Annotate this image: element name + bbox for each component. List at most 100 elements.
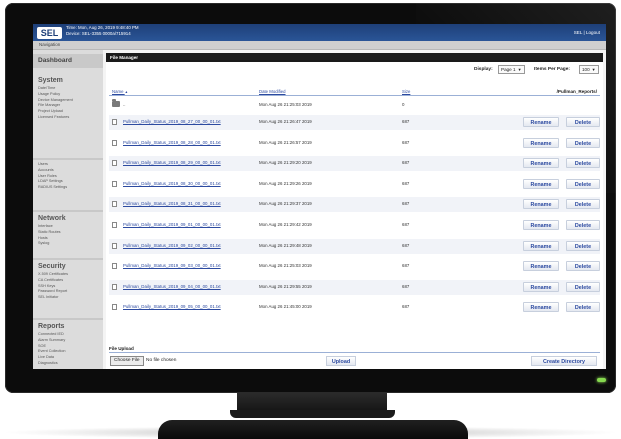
file-date: Mon Aug 26 21:25:03 2019 [259, 263, 312, 269]
delete-button[interactable]: Delete [566, 199, 600, 210]
sidebar-section: Reports Connected IED Alarm Summary SOE Even… [33, 322, 103, 367]
delete-button[interactable]: Delete [566, 281, 600, 292]
file-size: 687 [402, 119, 410, 124]
sidebar-item[interactable]: SEL Initiator [33, 295, 103, 301]
create-directory-button[interactable]: Create Directory [531, 356, 597, 366]
file-row[interactable]: Pullman_Daily_Status_2019_09_05_00_00_01… [109, 300, 600, 315]
items-per-page-select[interactable]: 100 ▼ [579, 65, 599, 74]
rename-button[interactable]: Rename [523, 220, 559, 230]
file-row[interactable]: Pullman_Daily_Status_2019_08_31_00_00_01… [109, 197, 600, 213]
upload-button[interactable]: Upload [326, 356, 356, 366]
file-row[interactable]: Pullman_Daily_Status_2019_08_28_00_00_01… [109, 136, 600, 151]
file-icon [112, 160, 117, 167]
file-row[interactable]: Pullman_Daily_Status_2019_09_03_00_00_01… [109, 259, 600, 274]
user-logout-link[interactable]: SEL | Logout [574, 30, 600, 35]
sel-logo: SEL [37, 27, 62, 39]
file-name-link[interactable]: Pullman_Daily_Status_2019_08_27_00_00_01… [123, 119, 221, 124]
file-icon [112, 222, 117, 228]
file-name-link[interactable]: Pullman_Daily_Status_2019_09_02_00_00_01… [123, 243, 221, 248]
delete-button[interactable]: Delete [566, 220, 600, 230]
file-row[interactable]: Pullman_Daily_Status_2019_09_04_00_00_01… [109, 279, 600, 295]
file-name-link[interactable]: Pullman_Daily_Status_2019_09_04_00_00_01… [123, 284, 221, 289]
sidebar-section: System Date/Time Usage Policy Device Manage… [33, 76, 103, 121]
file-name-link[interactable]: Pullman_Daily_Status_2019_08_28_00_00_01… [123, 140, 221, 145]
file-date: Mon Aug 26 21:29:37 2019 [259, 201, 312, 207]
delete-button[interactable]: Delete [566, 117, 600, 127]
delete-button[interactable]: Delete [566, 261, 600, 272]
rename-button[interactable]: Rename [523, 281, 559, 292]
file-date: Mon Aug 26 21:26:47 2019 [259, 119, 312, 124]
file-name-link[interactable]: Pullman_Daily_Status_2019_08_30_00_00_01… [123, 181, 221, 186]
file-row[interactable]: Pullman_Daily_Status_2019_08_27_00_00_01… [109, 115, 600, 130]
file-name-link[interactable]: Pullman_Daily_Status_2019_08_31_00_00_01… [123, 201, 221, 206]
device-info: Time: Mon, Aug 26, 2019 9:48:40 PM Devic… [66, 25, 139, 37]
monitor-neck-ring [230, 410, 395, 418]
sidebar-item[interactable]: RADIUS Settings [33, 185, 103, 191]
rename-button[interactable]: Rename [523, 178, 559, 189]
sidebar-section-title: Network [38, 215, 66, 222]
file-size: 687 [402, 139, 410, 145]
sidebar-dashboard[interactable]: Dashboard [33, 54, 103, 68]
file-size: 687 [402, 283, 410, 289]
screen: SEL Time: Mon, Aug 26, 2019 9:48:40 PM D… [33, 24, 606, 369]
file-name-link[interactable]: Pullman_Daily_Status_2019_09_05_00_00_01… [123, 304, 221, 309]
chevron-down-icon: ▼ [591, 67, 596, 72]
file-size: 687 [402, 242, 410, 248]
delete-button[interactable]: Delete [566, 240, 600, 251]
power-led [597, 378, 606, 382]
rename-button[interactable]: Rename [523, 158, 559, 169]
file-date: Mon Aug 26 21:29:55 2019 [259, 283, 312, 289]
delete-button[interactable]: Delete [566, 178, 600, 189]
file-row[interactable]: Pullman_Daily_Status_2019_08_30_00_00_01… [109, 177, 600, 192]
file-icon [112, 180, 117, 187]
file-name-link[interactable]: Pullman_Daily_Status_2019_09_01_00_00_01… [123, 222, 221, 227]
rename-button[interactable]: Rename [523, 137, 559, 148]
device-text: Device: SEL-3355 0000a/715914 [66, 31, 131, 36]
display-label: Display: [474, 67, 493, 72]
file-icon [112, 201, 117, 208]
file-row[interactable]: Pullman_Daily_Status_2019_09_02_00_00_01… [109, 238, 600, 254]
file-manager-title: File Manager [106, 53, 603, 62]
sidebar: Dashboard System Date/Time Usage Policy Dev… [33, 50, 103, 369]
file-row[interactable]: Pullman_Daily_Status_2019_09_01_00_00_01… [109, 218, 600, 233]
column-date-modified[interactable]: Date Modified [259, 89, 286, 94]
parent-dir-size: 0 [402, 102, 405, 107]
delete-button[interactable]: Delete [566, 158, 600, 169]
delete-button[interactable]: Delete [566, 137, 600, 148]
navigation-label[interactable]: Navigation [39, 42, 60, 47]
sidebar-item[interactable]: Diagnostics [33, 361, 103, 367]
parent-dir-row[interactable]: .. Mon Aug 26 21:25:03 2019 0 [109, 98, 600, 113]
chevron-down-icon: ▼ [517, 67, 522, 72]
rename-button[interactable]: Rename [523, 117, 559, 127]
file-icon [112, 119, 117, 125]
column-size[interactable]: Size [402, 89, 410, 94]
file-date: Mon Aug 26 21:26:57 2019 [259, 139, 312, 145]
choose-file-button[interactable]: Choose File [110, 356, 144, 366]
upload-divider [109, 352, 600, 353]
file-row[interactable]: Pullman_Daily_Status_2019_08_29_00_00_01… [109, 156, 600, 172]
sidebar-section: Network Interface Static Routes Hosts Syslog [33, 214, 103, 247]
column-name[interactable]: Name ▲ [112, 89, 128, 94]
file-date: Mon Aug 26 21:29:20 2019 [259, 160, 312, 166]
parent-dir-link[interactable]: .. [123, 102, 125, 107]
monitor-base [158, 420, 468, 439]
sidebar-item[interactable]: Syslog [33, 241, 103, 247]
sidebar-divider [33, 210, 103, 212]
file-date: Mon Aug 26 21:45:00 2019 [259, 304, 312, 310]
sidebar-item[interactable]: Licensed Features [33, 115, 103, 121]
rename-button[interactable]: Rename [523, 302, 559, 313]
file-name-link[interactable]: Pullman_Daily_Status_2019_09_03_00_00_01… [123, 263, 221, 268]
page-select[interactable]: Page 1 ▼ [498, 65, 525, 74]
file-size: 687 [402, 180, 410, 186]
sidebar-divider [33, 318, 103, 320]
rename-button[interactable]: Rename [523, 261, 559, 272]
file-icon [112, 304, 117, 311]
folder-icon [112, 99, 120, 107]
file-date: Mon Aug 26 21:29:48 2019 [259, 242, 312, 248]
rename-button[interactable]: Rename [523, 199, 559, 210]
file-icon [112, 139, 117, 146]
rename-button[interactable]: Rename [523, 240, 559, 251]
monitor-frame: SEL Time: Mon, Aug 26, 2019 9:48:40 PM D… [5, 3, 616, 393]
file-name-link[interactable]: Pullman_Daily_Status_2019_08_29_00_00_01… [123, 160, 221, 165]
delete-button[interactable]: Delete [566, 302, 600, 313]
